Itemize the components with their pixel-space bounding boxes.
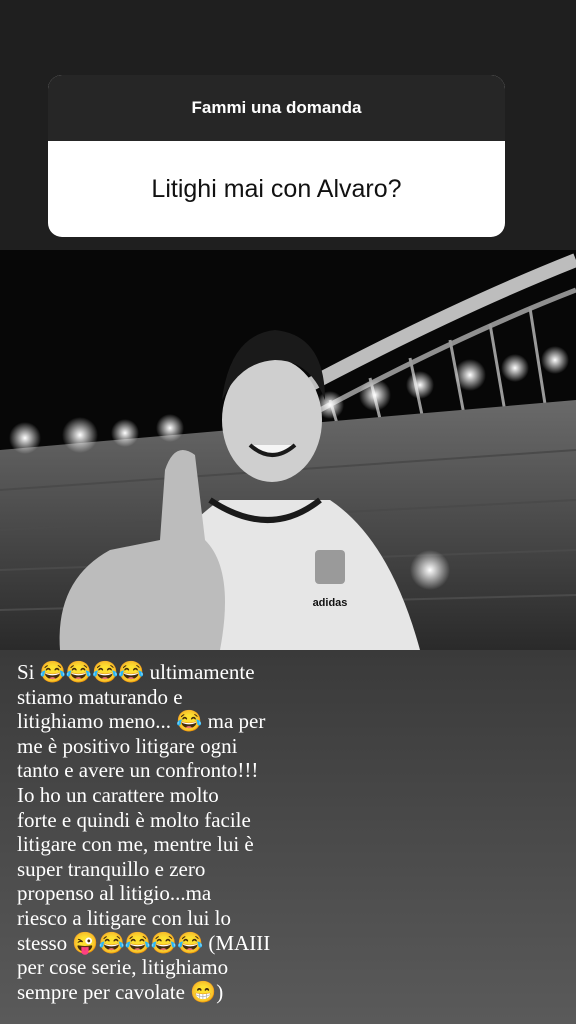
story-photo: adidas — [0, 250, 576, 650]
caption-line: litighiamo meno... 😂 ma per — [17, 709, 266, 734]
caption-line: sempre per cavolate 😁) — [17, 979, 224, 1004]
stadium-photo-icon: adidas — [0, 250, 576, 650]
caption-line: riesco a litigare con lui lo — [17, 905, 232, 930]
caption-line: Io ho un carattere molto — [17, 782, 219, 807]
question-sticker[interactable]: Fammi una domanda Litighi mai con Alvaro… — [48, 75, 505, 237]
caption-line: per cose serie, litighiamo — [17, 955, 229, 980]
jersey-brand-label: adidas — [313, 597, 348, 609]
question-text: Litighi mai con Alvaro? — [151, 174, 402, 203]
caption-line: super tranquillo e zero — [17, 856, 206, 881]
caption-line: stesso 😜😂😂😂😂 (MAIII — [17, 930, 271, 955]
story-caption: Si 😂😂😂😂 ultimamente stiamo maturando e l… — [17, 660, 562, 1004]
question-sticker-header: Fammi una domanda — [48, 75, 505, 141]
caption-line: stiamo maturando e — [17, 684, 183, 709]
caption-line: Si 😂😂😂😂 ultimamente — [17, 660, 255, 684]
caption-line: tanto e avere un confronto!!! — [17, 758, 259, 783]
caption-line: propenso al litigio...ma — [17, 881, 212, 906]
caption-line: forte e quindi è molto facile — [17, 807, 251, 832]
caption-line: me è positivo litigare ogni — [17, 733, 238, 758]
caption-line: litigare con me, mentre lui è — [17, 832, 254, 857]
